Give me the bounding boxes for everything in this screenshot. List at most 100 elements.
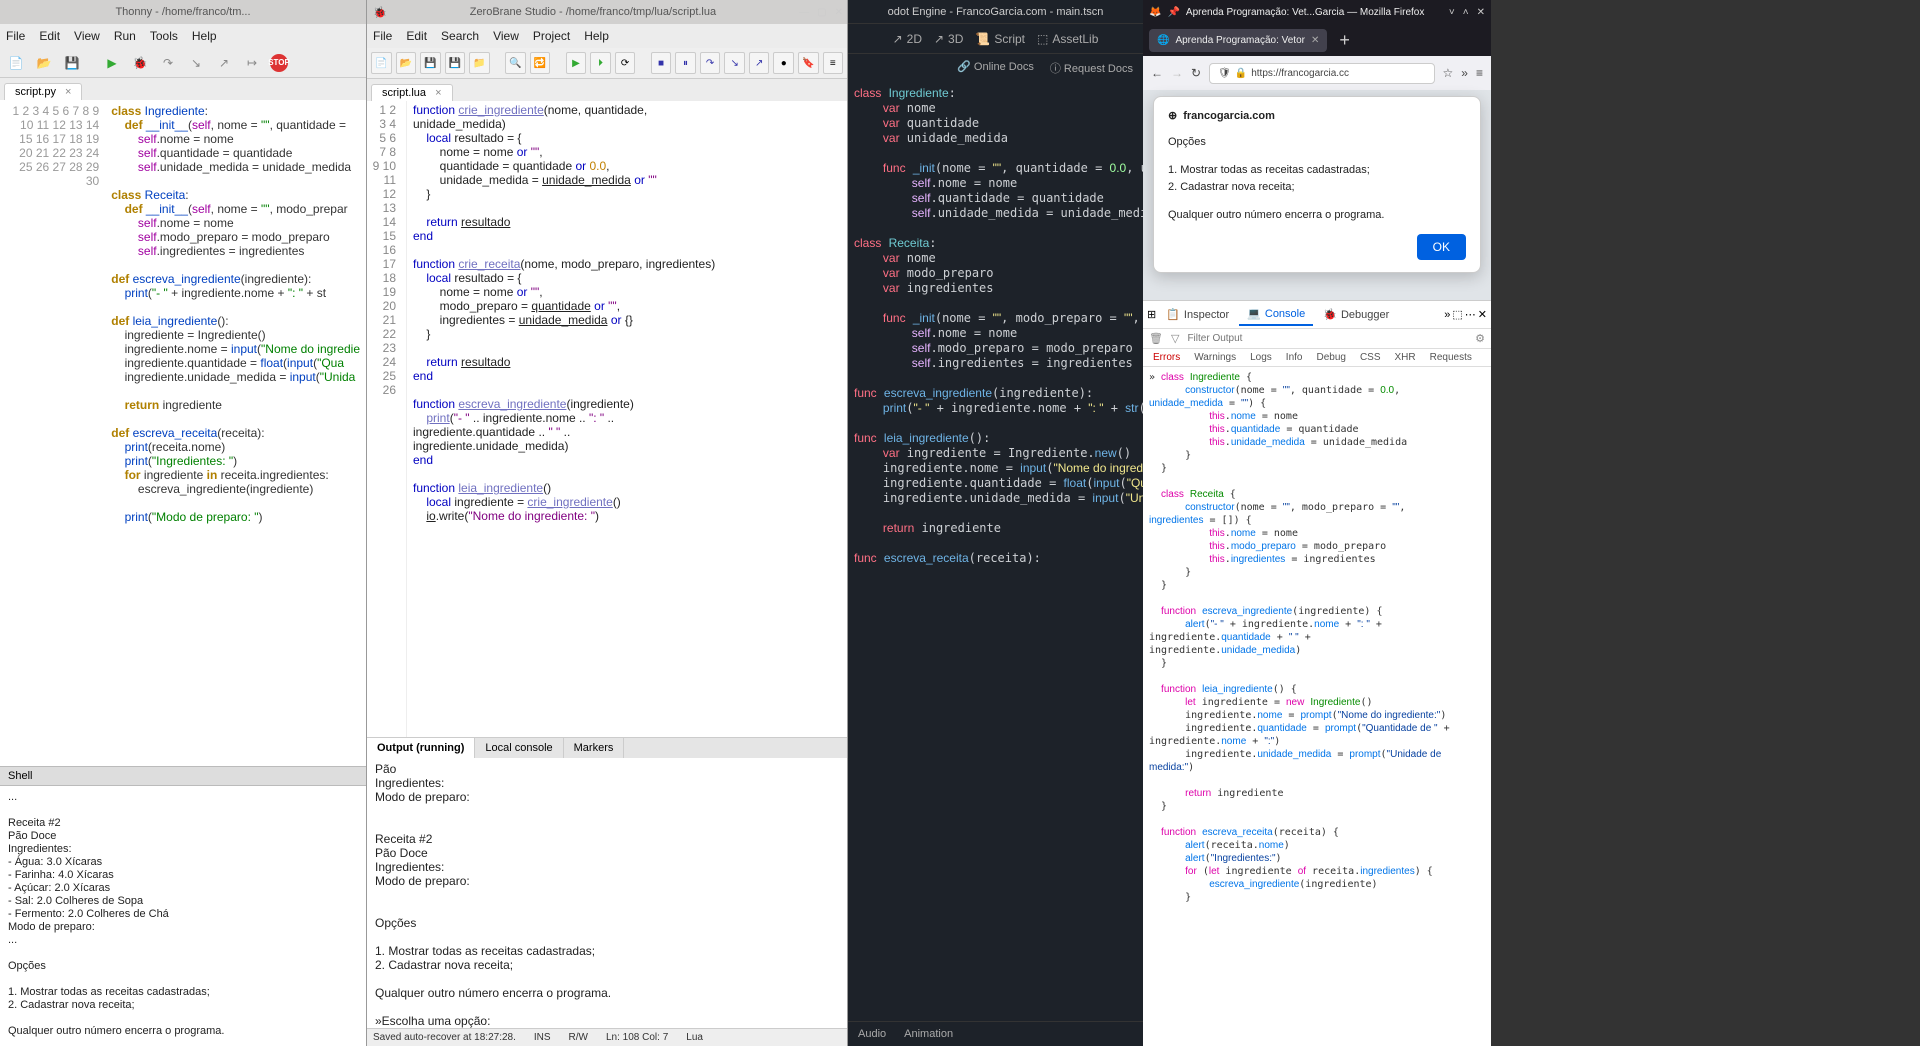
menu-file[interactable]: File (6, 29, 25, 43)
compile-icon[interactable]: ⟳ (615, 52, 636, 74)
run-icon[interactable]: ▶ (566, 52, 587, 74)
overflow-icon[interactable]: » (1461, 66, 1468, 80)
new-file-icon[interactable]: 📄 (6, 53, 26, 73)
sub-errors[interactable]: Errors (1147, 349, 1186, 366)
forward-icon[interactable]: → (1171, 66, 1183, 80)
tab-debugger[interactable]: 🐞 Debugger (1315, 304, 1397, 325)
menu-search[interactable]: Search (441, 29, 479, 43)
menu-help[interactable]: Help (584, 29, 609, 43)
settings-icon[interactable]: ⚙ (1475, 332, 1485, 345)
stack-icon[interactable]: ≡ (823, 52, 844, 74)
output-tab-markers[interactable]: Markers (564, 738, 625, 758)
clear-icon[interactable]: 🗑 (1149, 332, 1163, 345)
maximize-icon[interactable]: ▢ (817, 7, 826, 18)
bookmark-icon[interactable]: ☆ (1443, 66, 1454, 80)
devtools-dock-icon[interactable]: ⬚ (1452, 308, 1462, 321)
stepin-icon[interactable]: ↘ (724, 52, 745, 74)
dialog-ok-button[interactable]: OK (1417, 234, 1466, 260)
find-icon[interactable]: 🔍 (505, 52, 526, 74)
minimize-icon[interactable]: ˅ (1449, 7, 1455, 18)
online-docs-link[interactable]: 🔗 Online Docs (957, 60, 1034, 76)
zerobrane-menubar[interactable]: File Edit Search View Project Help (367, 24, 847, 48)
debug-icon[interactable]: 🐞 (130, 53, 150, 73)
run2-icon[interactable]: ⏵ (590, 52, 611, 74)
output-tab-local[interactable]: Local console (475, 738, 563, 758)
tab-console[interactable]: 💻 Console (1239, 303, 1313, 326)
menu-view[interactable]: View (493, 29, 519, 43)
saveall-icon[interactable]: 💾 (445, 52, 466, 74)
mode-2d[interactable]: ↗ 2D (893, 32, 922, 46)
filter-input[interactable] (1187, 333, 1467, 344)
request-docs-link[interactable]: ⓘ Request Docs (1050, 60, 1133, 76)
close-icon[interactable]: ✕ (835, 7, 843, 18)
hamburger-icon[interactable]: ≡ (1476, 66, 1483, 80)
devtools-overflow-icon[interactable]: » (1444, 309, 1450, 321)
output-tab-running[interactable]: Output (running) (367, 738, 475, 758)
mode-script[interactable]: 📜 Script (975, 32, 1025, 46)
file-tab-script-py[interactable]: script.py × (4, 83, 82, 100)
tab-close-icon[interactable]: ✕ (1311, 35, 1319, 46)
menu-help[interactable]: Help (192, 29, 217, 43)
menu-view[interactable]: View (74, 29, 100, 43)
sub-xhr[interactable]: XHR (1389, 349, 1422, 366)
devtools-close-icon[interactable]: ✕ (1478, 308, 1487, 321)
close-icon[interactable]: × (65, 86, 71, 98)
sub-logs[interactable]: Logs (1244, 349, 1278, 366)
zerobrane-editor[interactable]: 1 2 3 4 5 6 7 8 9 10 11 12 13 14 15 16 1… (367, 101, 847, 737)
godot-code[interactable]: class Ingrediente: var nome var quantida… (848, 82, 1143, 1021)
breakpoint-icon[interactable]: ● (773, 52, 794, 74)
mode-3d[interactable]: ↗ 3D (934, 32, 963, 46)
browser-tab[interactable]: 🌐 Aprenda Programação: Vetor ✕ (1149, 29, 1327, 52)
menu-file[interactable]: File (373, 29, 392, 43)
minimize-icon[interactable]: — (799, 7, 809, 18)
zerobrane-code[interactable]: function crie_ingrediente(nome, quantida… (407, 101, 847, 737)
thonny-menubar[interactable]: File Edit View Run Tools Help (0, 24, 366, 48)
sub-requests[interactable]: Requests (1424, 349, 1478, 366)
resume-icon[interactable]: ↦ (242, 53, 262, 73)
step-out-icon[interactable]: ↗ (214, 53, 234, 73)
thonny-editor[interactable]: 1 2 3 4 5 6 7 8 9 10 11 12 13 14 15 16 1… (0, 100, 366, 766)
save-icon[interactable]: 💾 (62, 53, 82, 73)
menu-tools[interactable]: Tools (150, 29, 178, 43)
thonny-shell-tab[interactable]: Shell (0, 766, 366, 786)
stepout-icon[interactable]: ↗ (749, 52, 770, 74)
tab-inspector[interactable]: 📋 Inspector (1158, 304, 1237, 325)
step-over-icon[interactable]: ↷ (158, 53, 178, 73)
sub-warnings[interactable]: Warnings (1188, 349, 1242, 366)
url-bar[interactable]: 🛡 🔒 https://francogarcia.cc (1209, 63, 1434, 84)
run-icon[interactable]: ▶ (102, 53, 122, 73)
zerobrane-output[interactable]: Pão Ingredientes: Modo de preparo: Recei… (367, 758, 847, 1028)
open-file-icon[interactable]: 📂 (34, 53, 54, 73)
sub-css[interactable]: CSS (1354, 349, 1387, 366)
close-icon[interactable]: ✕ (1477, 7, 1485, 18)
save-icon[interactable]: 💾 (420, 52, 441, 74)
close-icon[interactable]: × (435, 87, 441, 99)
maximize-icon[interactable]: ˄ (1463, 7, 1469, 18)
replace-icon[interactable]: 🔁 (530, 52, 551, 74)
bottom-animation[interactable]: Animation (904, 1028, 953, 1040)
stop-icon[interactable]: STOP (270, 54, 288, 72)
thonny-code[interactable]: class Ingrediente: def __init__(self, no… (105, 100, 366, 766)
project-icon[interactable]: 📁 (469, 52, 490, 74)
menu-edit[interactable]: Edit (39, 29, 60, 43)
mode-assetlib[interactable]: ⬚ AssetLib (1037, 32, 1098, 46)
new-icon[interactable]: 📄 (371, 52, 392, 74)
bookmark-icon[interactable]: 🔖 (798, 52, 819, 74)
thonny-shell[interactable]: ... Receita #2 Pão Doce Ingredientes: - … (0, 786, 366, 1046)
step-into-icon[interactable]: ↘ (186, 53, 206, 73)
devtools-pick-icon[interactable]: ⊞ (1147, 308, 1156, 321)
stepover-icon[interactable]: ↷ (700, 52, 721, 74)
devtools-console[interactable]: » class Ingrediente { constructor(nome =… (1143, 367, 1491, 1046)
devtools-more-icon[interactable]: ⋯ (1465, 308, 1476, 321)
sub-info[interactable]: Info (1280, 349, 1309, 366)
break-icon[interactable]: ⏸ (675, 52, 696, 74)
file-tab-script-lua[interactable]: script.lua × (371, 84, 453, 101)
stop-icon[interactable]: ■ (651, 52, 672, 74)
sub-debug[interactable]: Debug (1310, 349, 1351, 366)
menu-run[interactable]: Run (114, 29, 136, 43)
reload-icon[interactable]: ↻ (1191, 66, 1201, 80)
back-icon[interactable]: ← (1151, 66, 1163, 80)
bottom-audio[interactable]: Audio (858, 1028, 886, 1040)
new-tab-button[interactable]: + (1333, 30, 1356, 51)
open-icon[interactable]: 📂 (396, 52, 417, 74)
